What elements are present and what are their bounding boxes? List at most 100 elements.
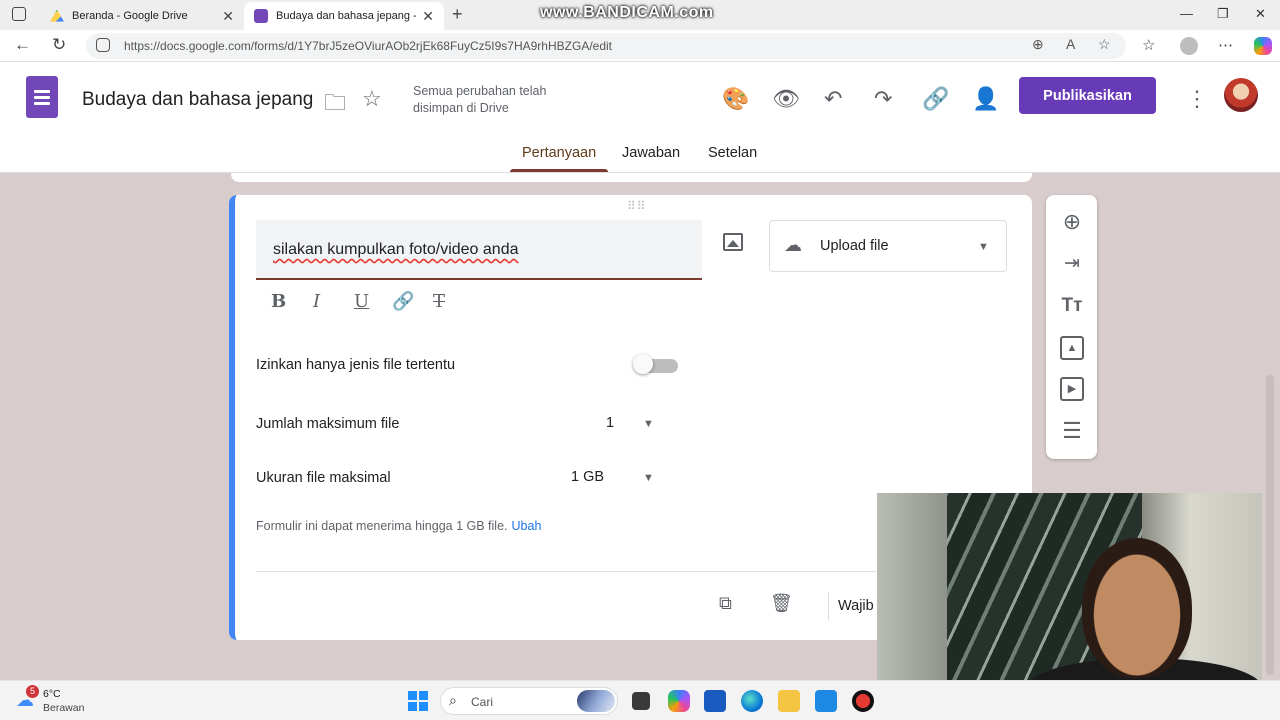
close-tab-icon[interactable]: ✕ bbox=[222, 8, 234, 25]
forms-header: Budaya dan bahasa jepang 🗀 ☆ Semua perub… bbox=[0, 62, 1280, 173]
tab-setelan[interactable]: Setelan bbox=[708, 145, 757, 161]
italic-icon[interactable]: I bbox=[313, 291, 320, 312]
more-vert-icon[interactable]: ⋮ bbox=[1186, 86, 1208, 112]
tab-jawaban[interactable]: Jawaban bbox=[622, 145, 680, 161]
favorites-icon[interactable]: ☆ bbox=[1142, 36, 1155, 54]
max-size-label: Ukuran file maksimal bbox=[256, 470, 391, 486]
previous-card-edge bbox=[231, 173, 1032, 182]
task-view-icon[interactable] bbox=[632, 692, 650, 710]
back-arrow-icon[interactable]: ← bbox=[14, 35, 31, 55]
taskbar-search[interactable]: ⌕ Cari bbox=[440, 687, 618, 715]
active-tab-indicator bbox=[510, 169, 608, 172]
change-limit-link[interactable]: Ubah bbox=[512, 519, 542, 533]
form-title[interactable]: Budaya dan bahasa jepang bbox=[82, 89, 313, 111]
browser-toolbar: ← ↻ https://docs.google.com/forms/d/1Y7b… bbox=[0, 30, 1280, 62]
search-highlight-image bbox=[577, 690, 615, 712]
google-forms-logo-icon[interactable] bbox=[26, 76, 58, 118]
clear-format-icon[interactable]: T bbox=[433, 291, 445, 312]
add-section-icon[interactable]: ☰ bbox=[1060, 419, 1084, 443]
maximize-icon[interactable]: ❐ bbox=[1217, 6, 1229, 22]
close-tab-icon[interactable]: ✕ bbox=[422, 8, 434, 25]
word-app-icon[interactable] bbox=[704, 690, 726, 712]
profile-icon[interactable] bbox=[1180, 37, 1198, 55]
hint-text: Formulir ini dapat menerima hingga 1 GB … bbox=[256, 519, 508, 533]
webcam-person-head bbox=[1082, 538, 1192, 678]
add-image-icon[interactable]: ▲ bbox=[1060, 336, 1084, 360]
bold-icon[interactable]: B bbox=[271, 291, 286, 312]
max-files-label: Jumlah maksimum file bbox=[256, 416, 400, 432]
minimize-icon[interactable]: — bbox=[1180, 6, 1193, 21]
recorder-watermark: www.BANDICAM.com bbox=[540, 4, 714, 21]
link-icon[interactable]: 🔗 bbox=[392, 291, 414, 312]
webcam-overlay bbox=[877, 493, 1262, 710]
question-title-text: silakan kumpulkan foto/video anda bbox=[273, 241, 519, 258]
form-tabs: Pertanyaan Jawaban Setelan bbox=[0, 136, 1280, 173]
copilot-app-icon[interactable] bbox=[668, 690, 690, 712]
import-questions-icon[interactable]: ⇥ bbox=[1060, 252, 1084, 276]
weather-temperature[interactable]: 6°C bbox=[43, 688, 61, 700]
search-label: Cari bbox=[471, 695, 494, 709]
windows-start-icon[interactable] bbox=[408, 691, 428, 711]
duplicate-icon[interactable]: ⧉ bbox=[719, 593, 732, 614]
undo-icon[interactable]: ↶ bbox=[824, 86, 842, 112]
reload-icon[interactable]: ↻ bbox=[52, 35, 66, 55]
add-video-icon[interactable]: ▶ bbox=[1060, 377, 1084, 401]
question-type-label: Upload file bbox=[820, 238, 889, 254]
toggle-knob[interactable] bbox=[633, 354, 653, 374]
chevron-down-icon[interactable]: ▼ bbox=[643, 418, 654, 430]
more-options-icon[interactable]: ⋯ bbox=[1218, 36, 1233, 54]
site-info-icon[interactable] bbox=[96, 38, 110, 52]
avatar[interactable] bbox=[1224, 78, 1258, 112]
cloud-upload-icon: ☁ bbox=[784, 235, 802, 255]
windows-taskbar: ☁ 5 6°C Berawan ⌕ Cari bbox=[0, 680, 1280, 720]
side-toolbar: ⊕ ⇥ Tт ▲ ▶ ☰ bbox=[1046, 195, 1097, 459]
file-explorer-icon[interactable] bbox=[778, 690, 800, 712]
zoom-icon[interactable]: ⊕ bbox=[1032, 36, 1044, 53]
required-label[interactable]: Wajib bbox=[838, 598, 874, 614]
page-scrollbar[interactable] bbox=[1266, 375, 1274, 675]
browser-tab-forms[interactable]: Budaya dan bahasa jepang - Goo ✕ bbox=[244, 2, 444, 30]
delete-trash-icon[interactable]: 🗑 bbox=[770, 593, 793, 614]
star-icon[interactable]: ☆ bbox=[362, 86, 382, 112]
copy-link-icon[interactable]: 🔗 bbox=[922, 86, 949, 112]
tab-pertanyaan[interactable]: Pertanyaan bbox=[522, 145, 596, 161]
read-aloud-icon[interactable]: A bbox=[1066, 36, 1075, 52]
bandicam-app-icon[interactable] bbox=[852, 690, 874, 712]
weather-alert-badge: 5 bbox=[26, 685, 39, 698]
underline-icon[interactable]: U bbox=[354, 291, 369, 312]
add-image-icon[interactable] bbox=[723, 233, 743, 251]
add-collaborators-icon[interactable]: 👤 bbox=[972, 86, 999, 112]
app-icon[interactable] bbox=[815, 690, 837, 712]
weather-description[interactable]: Berawan bbox=[43, 702, 84, 714]
customize-theme-icon[interactable]: 🎨 bbox=[722, 86, 749, 112]
drag-handle-icon[interactable]: ⠿⠿ bbox=[627, 199, 647, 213]
redo-icon[interactable]: ↷ bbox=[874, 86, 892, 112]
chevron-down-icon[interactable]: ▼ bbox=[643, 472, 654, 484]
add-title-icon[interactable]: Tт bbox=[1060, 294, 1084, 318]
action-divider bbox=[828, 592, 829, 620]
folder-icon[interactable]: 🗀 bbox=[324, 86, 346, 124]
publish-button[interactable]: Publikasikan bbox=[1019, 77, 1156, 114]
browser-tab-drive[interactable]: Beranda - Google Drive ✕ bbox=[40, 2, 244, 30]
google-forms-favicon-icon bbox=[254, 9, 268, 23]
max-files-select[interactable]: 1 bbox=[606, 415, 614, 431]
favorite-star-icon[interactable]: ☆ bbox=[1098, 36, 1111, 53]
preview-eye-icon[interactable]: 👁 bbox=[772, 86, 800, 112]
edge-browser-icon[interactable] bbox=[741, 690, 763, 712]
question-type-dropdown[interactable]: ☁ Upload file ▼ bbox=[769, 220, 1007, 272]
add-question-icon[interactable]: ⊕ bbox=[1060, 210, 1084, 234]
question-title-input[interactable]: silakan kumpulkan foto/video anda bbox=[256, 220, 702, 280]
tab-title: Beranda - Google Drive bbox=[72, 10, 188, 22]
browser-tab-strip: Beranda - Google Drive ✕ Budaya dan baha… bbox=[0, 0, 1280, 30]
copilot-icon[interactable] bbox=[1254, 37, 1272, 55]
new-tab-icon[interactable]: + bbox=[452, 4, 463, 25]
chevron-down-icon: ▼ bbox=[978, 241, 989, 253]
url-text[interactable]: https://docs.google.com/forms/d/1Y7brJ5z… bbox=[124, 39, 612, 53]
search-icon: ⌕ bbox=[449, 692, 457, 708]
close-window-icon[interactable]: ✕ bbox=[1255, 6, 1266, 22]
address-bar[interactable]: https://docs.google.com/forms/d/1Y7brJ5z… bbox=[86, 33, 1126, 59]
tab-actions-icon[interactable] bbox=[12, 7, 26, 21]
max-size-select[interactable]: 1 GB bbox=[571, 469, 604, 485]
google-drive-favicon-icon bbox=[50, 9, 64, 22]
specific-file-types-label: Izinkan hanya jenis file tertentu bbox=[256, 357, 456, 373]
